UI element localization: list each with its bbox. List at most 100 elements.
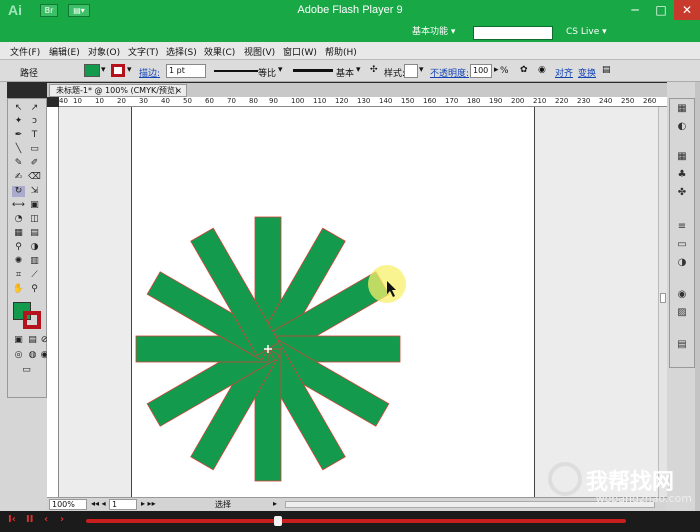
graphic-styles-panel-icon[interactable]: ✤ [675, 187, 689, 199]
watermark: 我帮找网 wobangzhao.com [548, 462, 698, 510]
menu-select[interactable]: 选择(S) [166, 45, 197, 58]
opacity-field[interactable]: 100 [470, 64, 492, 78]
blend-tool-icon[interactable]: ◑ [28, 242, 41, 253]
layers-panel-icon[interactable]: ▤ [675, 339, 689, 351]
shape-builder-tool-icon[interactable]: ◔ [12, 214, 25, 225]
status-menu-arrow[interactable]: ▸ [273, 499, 277, 508]
paintbrush-tool-icon[interactable]: ✎ [12, 158, 25, 169]
gradient-tool-icon[interactable]: ▤ [28, 228, 41, 239]
swatches-panel-icon[interactable]: ▦ [675, 151, 689, 163]
maximize-button[interactable]: □ [648, 0, 674, 20]
workspace-bar: 基本功能 ▾ CS Live ▾ [0, 22, 700, 42]
style-swatch[interactable] [404, 64, 418, 78]
blob-brush-tool-icon[interactable]: ✍ [12, 172, 25, 183]
workspace-switcher[interactable]: 基本功能 ▾ [412, 25, 462, 40]
brush-dropdown[interactable]: ▾ [356, 65, 361, 75]
align-link[interactable]: 对齐 [555, 66, 573, 79]
stroke-link[interactable]: 描边: [139, 66, 160, 79]
search-field[interactable] [473, 26, 553, 40]
scale-tool-icon[interactable]: ⇲ [28, 186, 41, 197]
document-tab[interactable]: 未标题-1* @ 100% (CMYK/预览) × [49, 84, 187, 97]
close-tab-button[interactable]: × [175, 85, 182, 96]
artboard-number-field[interactable]: 1 [109, 499, 137, 510]
direct-selection-tool-icon[interactable]: ↗ [28, 103, 41, 114]
starburst-artwork[interactable] [59, 107, 667, 497]
playback-progress[interactable] [86, 519, 626, 523]
globe-icon[interactable]: ◉ [538, 65, 546, 75]
color-panel-icon[interactable]: ◉ [675, 289, 689, 301]
prev-artboard-button[interactable]: ◂◂ ◂ [91, 499, 106, 508]
profile-dropdown[interactable]: ▾ [278, 65, 283, 75]
width-tool-icon[interactable]: ⟷ [12, 200, 25, 211]
menu-file[interactable]: 文件(F) [10, 45, 40, 58]
cs-live-button[interactable]: CS Live ▾ [566, 27, 607, 37]
prev-button[interactable]: ‹ [44, 514, 48, 525]
menu-window[interactable]: 窗口(W) [283, 45, 317, 58]
free-transform-tool-icon[interactable]: ▣ [28, 200, 41, 211]
scroll-thumb[interactable] [660, 293, 666, 303]
menu-effect[interactable]: 效果(C) [204, 45, 235, 58]
canvas[interactable] [59, 107, 667, 497]
next-button[interactable]: › [60, 514, 64, 525]
ruler-tick: 70 [227, 97, 236, 105]
stroke-swatch[interactable] [111, 64, 125, 77]
graph-tool-icon[interactable]: ▥ [28, 256, 41, 267]
profile-label: 等比 [258, 69, 277, 79]
rewind-button[interactable]: I‹ [8, 514, 16, 525]
slice-tool-icon[interactable]: ⟋ [28, 270, 41, 281]
appearance-panel-icon[interactable]: ◐ [675, 121, 689, 133]
fill-swatch[interactable] [84, 64, 100, 77]
menu-view[interactable]: 视图(V) [244, 45, 275, 58]
pencil-tool-icon[interactable]: ✐ [28, 158, 41, 169]
menu-edit[interactable]: 编辑(E) [49, 45, 80, 58]
menu-object[interactable]: 对象(O) [88, 45, 120, 58]
symbols-panel-icon[interactable]: ♣ [675, 169, 689, 181]
mesh-tool-icon[interactable]: ▦ [12, 228, 25, 239]
menu-help[interactable]: 帮助(H) [325, 45, 357, 58]
perspective-tool-icon[interactable]: ◫ [28, 214, 41, 225]
selection-tool-icon[interactable]: ↖ [12, 103, 25, 114]
color-guide-panel-icon[interactable]: ▨ [675, 307, 689, 319]
symbol-sprayer-tool-icon[interactable]: ✺ [12, 256, 25, 267]
stroke-weight-field[interactable]: 1 pt [166, 64, 206, 78]
opacity-link[interactable]: 不透明度: [430, 66, 469, 79]
minimize-button[interactable]: ─ [622, 0, 648, 20]
magnifier-logo-icon [548, 462, 582, 496]
eyedropper-tool-icon[interactable]: ⚲ [12, 242, 25, 253]
panel-menu-icon[interactable]: ▤ [602, 65, 611, 75]
transform-link[interactable]: 变换 [578, 66, 596, 79]
eraser-tool-icon[interactable]: ⌫ [28, 172, 41, 183]
pen-tool-icon[interactable]: ✒ [12, 130, 25, 141]
ruler-tick: 20 [117, 97, 126, 105]
menu-type[interactable]: 文字(T) [128, 45, 159, 58]
stroke-panel-icon[interactable]: ≡ [675, 221, 689, 233]
zoom-tool-icon[interactable]: ⚲ [28, 284, 41, 295]
hand-tool-icon[interactable]: ✋ [12, 284, 25, 295]
stroke-color-box[interactable] [23, 311, 41, 329]
transparency-panel-icon[interactable]: ◑ [675, 257, 689, 269]
recolor-icon[interactable]: ✿ [520, 65, 528, 75]
type-tool-icon[interactable]: T [28, 130, 41, 141]
current-tool-label: 选择 [215, 500, 231, 509]
line-tool-icon[interactable]: ╲ [12, 144, 25, 155]
magic-wand-tool-icon[interactable]: ✦ [12, 116, 25, 127]
next-artboard-button[interactable]: ▸ ▸▸ [141, 499, 156, 508]
ruler-tick: 190 [489, 97, 503, 105]
draw-normal-icon[interactable]: ◎ [12, 350, 25, 361]
close-button[interactable]: ✕ [674, 0, 700, 20]
screen-mode-icon[interactable]: ▭ [20, 365, 33, 376]
color-mode-icon[interactable]: ▣ [12, 335, 25, 346]
ruler-tick: 140 [379, 97, 393, 105]
pause-button[interactable]: II [26, 514, 33, 525]
brushes-panel-icon[interactable]: ▦ [675, 103, 689, 115]
lasso-tool-icon[interactable]: ↄ [28, 116, 41, 127]
playback-knob[interactable] [274, 516, 282, 526]
artboard-tool-icon[interactable]: ⌗ [12, 270, 25, 281]
rotate-tool-icon[interactable]: ↻ [12, 186, 25, 197]
vertical-scrollbar[interactable] [658, 107, 667, 497]
rectangle-tool-icon[interactable]: ▭ [28, 144, 41, 155]
ruler-tick: 130 [357, 97, 371, 105]
gradient-panel-icon[interactable]: ▭ [675, 239, 689, 251]
symbol-icon[interactable]: ✣ [370, 65, 378, 75]
zoom-field[interactable]: 100% [49, 499, 87, 510]
